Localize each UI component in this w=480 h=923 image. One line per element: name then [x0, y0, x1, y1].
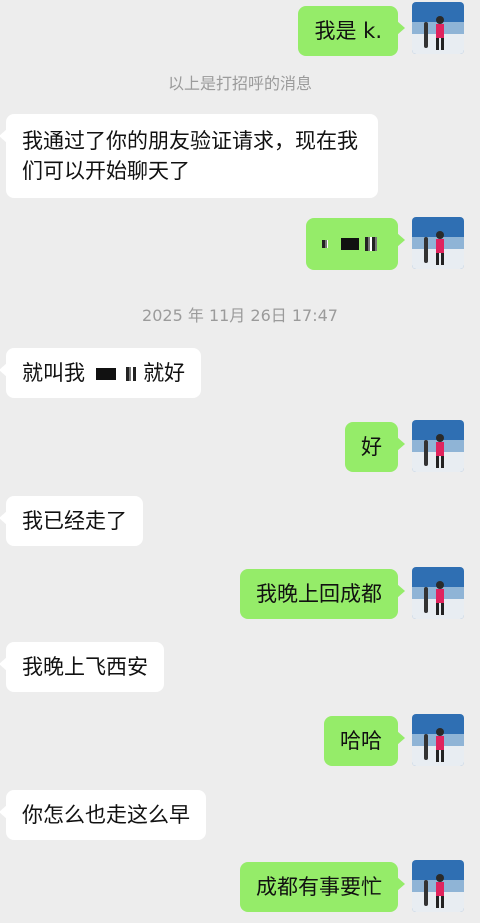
- message-bubble-outgoing[interactable]: 好: [345, 422, 405, 472]
- message-text: 我是 k.: [314, 19, 382, 43]
- message-text: 哈哈: [340, 729, 382, 753]
- snowboarder-photo-icon: [412, 567, 464, 619]
- timestamp: 2025 年 11月 26日 17:47: [142, 306, 338, 325]
- message-text: 你怎么也走这么早: [22, 803, 190, 827]
- message-text: 我已经走了: [22, 509, 127, 533]
- message-bubble-incoming[interactable]: 你怎么也走这么早: [0, 790, 206, 840]
- snowboarder-photo-icon: [412, 860, 464, 912]
- message-text-prefix: 就叫我: [22, 361, 85, 385]
- snowboarder-photo-icon: [412, 217, 464, 269]
- message-bubble-incoming[interactable]: 我晚上飞西安: [0, 642, 164, 692]
- redacted-content: [322, 240, 328, 248]
- message-bubble-outgoing[interactable]: [306, 218, 405, 270]
- redacted-content: [126, 367, 137, 381]
- message-text: 成都有事要忙: [256, 875, 382, 899]
- snowboarder-photo-icon: [412, 2, 464, 54]
- message-text: 我晚上回成都: [256, 582, 382, 606]
- avatar[interactable]: [412, 2, 464, 54]
- message-bubble-outgoing[interactable]: 我晚上回成都: [240, 569, 405, 619]
- redacted-content: [95, 368, 116, 380]
- avatar[interactable]: [412, 217, 464, 269]
- redacted-content: [365, 237, 378, 251]
- avatar[interactable]: [412, 714, 464, 766]
- message-bubble-outgoing[interactable]: 成都有事要忙: [240, 862, 405, 912]
- message-text: 我通过了你的朋友验证请求，现在我们可以开始聊天了: [22, 129, 358, 183]
- avatar[interactable]: [412, 860, 464, 912]
- snowboarder-photo-icon: [412, 420, 464, 472]
- message-text: 我晚上飞西安: [22, 655, 148, 679]
- redacted-content: [340, 238, 359, 250]
- message-bubble-incoming[interactable]: 我通过了你的朋友验证请求，现在我们可以开始聊天了: [0, 114, 378, 198]
- message-bubble-incoming[interactable]: 就叫我 就好: [0, 348, 202, 398]
- message-bubble-outgoing[interactable]: 我是 k.: [298, 6, 405, 56]
- avatar[interactable]: [412, 567, 464, 619]
- message-bubble-outgoing[interactable]: 哈哈: [324, 716, 405, 766]
- snowboarder-photo-icon: [412, 714, 464, 766]
- greeting-system-note: 以上是打招呼的消息: [167, 74, 312, 93]
- message-bubble-incoming[interactable]: 我已经走了: [0, 496, 143, 546]
- message-text-suffix: 就好: [143, 361, 186, 385]
- chat-screen: { "system": { "greeting_note": "以上是打招呼的消…: [0, 0, 480, 923]
- avatar[interactable]: [412, 420, 464, 472]
- message-text: 好: [361, 435, 382, 459]
